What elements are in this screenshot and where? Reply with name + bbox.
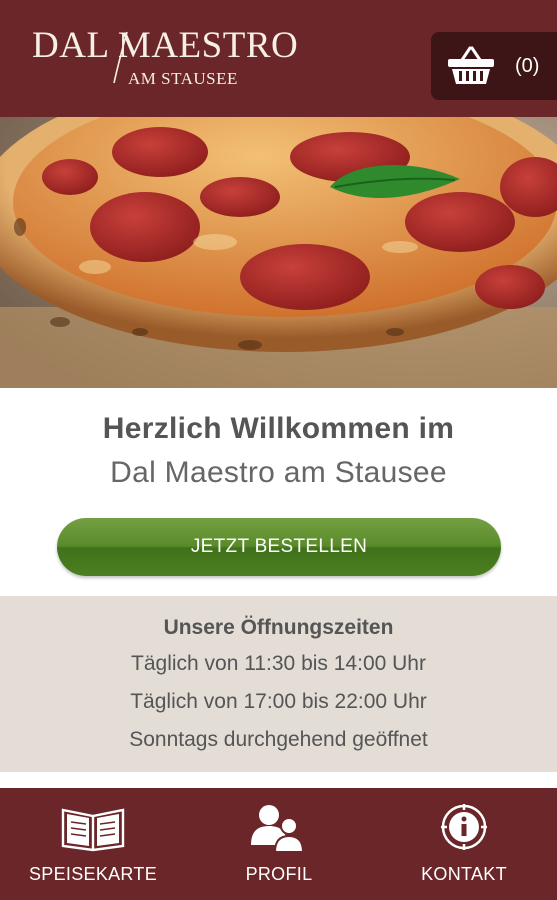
info-icon (441, 804, 487, 850)
restaurant-name: Dal Maestro am Stausee (110, 456, 447, 489)
pizza-photo (0, 117, 557, 388)
nav-item-kontakt[interactable]: KONTAKT (371, 788, 557, 900)
logo-main-text: DAL MAESTRO (32, 25, 299, 66)
nav-label: PROFIL (245, 864, 313, 884)
bottom-navigation: SPEISEKARTE PROFIL KONTAKT (0, 788, 557, 900)
opening-hours-line: Täglich von 17:00 bis 22:00 Uhr (130, 690, 427, 713)
cart-count: (0) (515, 55, 540, 77)
app-header: DAL MAESTRO AM STAUSEE (0) (0, 0, 557, 117)
cart-button[interactable]: (0) (431, 32, 557, 100)
nav-item-speisekarte[interactable]: SPEISEKARTE (0, 788, 186, 900)
opening-hours-line: Täglich von 11:30 bis 14:00 Uhr (131, 652, 426, 675)
spacer (0, 772, 557, 788)
welcome-title: Herzlich Willkommen im (102, 412, 455, 445)
nav-item-profil[interactable]: PROFIL (186, 788, 372, 900)
users-icon (251, 805, 305, 852)
opening-hours: Unsere Öffnungszeiten Täglich von 11:30 … (0, 596, 557, 772)
welcome-section: Herzlich Willkommen im Dal Maestro am St… (0, 388, 557, 596)
order-now-button[interactable]: JETZT BESTELLEN (57, 518, 501, 576)
open-book-icon (61, 808, 125, 852)
opening-hours-title: Unsere Öffnungszeiten (163, 616, 394, 639)
opening-hours-line: Sonntags durchgehend geöffnet (129, 728, 428, 751)
nav-label: SPEISEKARTE (28, 864, 158, 884)
basket-icon (448, 46, 494, 84)
hero-image (0, 117, 557, 388)
logo-sub-text: AM STAUSEE (128, 69, 238, 88)
nav-label: KONTAKT (421, 864, 507, 884)
